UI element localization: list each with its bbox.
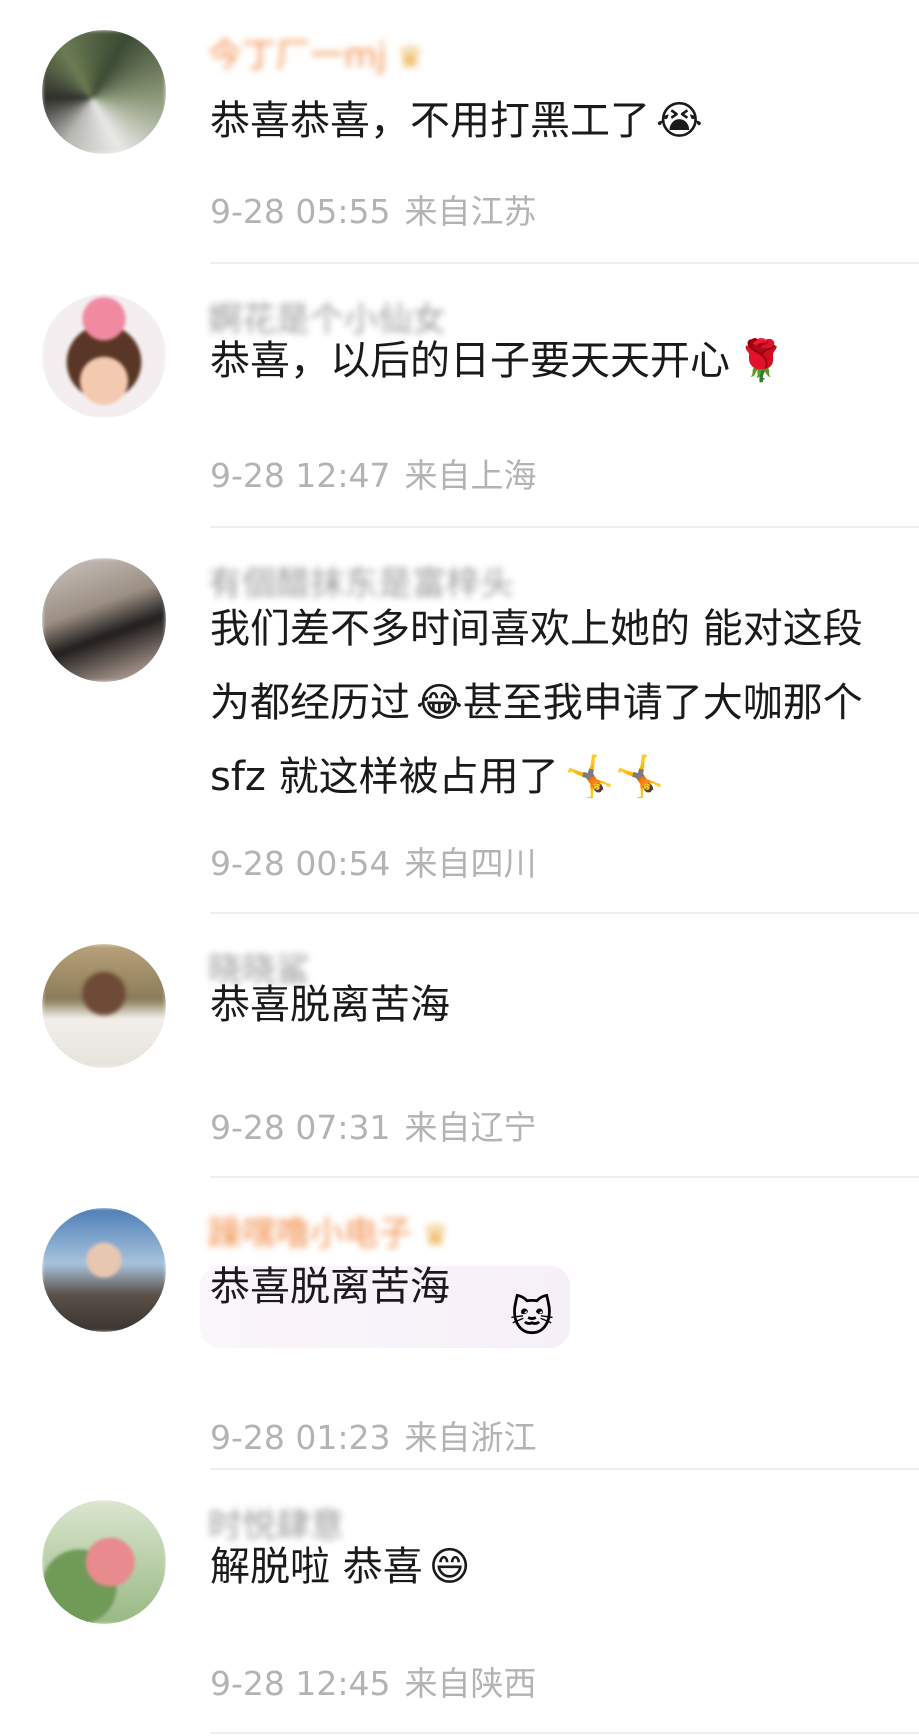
divider [210,1732,919,1734]
comment-time: 9-28 12:47 [210,456,391,495]
rose-emoji-icon: 🌹 [736,338,786,384]
cat-sticker-icon: 🐱 [510,1292,554,1341]
divider [210,262,919,264]
divider [210,1176,919,1178]
laughing-emoji-icon: 😂 [416,680,463,726]
comment-time: 9-28 05:55 [210,192,391,231]
comment-location: 来自辽宁 [404,1108,537,1147]
comment-text-line: 我们差不多时间喜欢上她的 能对这段 [210,606,863,652]
comment-location: 来自江苏 [404,192,537,231]
comment-text: 恭喜恭喜，不用打黑工了 😭 [210,98,703,144]
comment-meta: 9-28 12:45 来自陕西 [210,1664,537,1704]
comment-location: 来自四川 [404,844,537,883]
comment-text: 恭喜，以后的日子要天天开心 🌹 [210,338,786,384]
comment-time: 9-28 07:31 [210,1108,391,1147]
crown-icon: ♛ [396,40,424,75]
comment-text: 解脱啦 恭喜 😄 [210,1544,471,1590]
comment-meta: 9-28 07:31 来自辽宁 [210,1108,537,1148]
comment-meta: 9-28 00:54 来自四川 [210,844,537,884]
avatar[interactable] [42,1208,166,1332]
avatar[interactable] [42,1500,166,1624]
comment-time: 9-28 01:23 [210,1418,391,1457]
comment-meta: 9-28 05:55 来自江苏 [210,192,537,232]
avatar[interactable] [42,30,166,154]
comment-location: 来自浙江 [404,1418,537,1457]
divider [210,912,919,914]
sliding-emoji-icon: 🤸🤸 [564,754,665,800]
comment-meta: 9-28 12:47 来自上海 [210,456,537,496]
divider [210,1468,919,1470]
comment-text-line: 为都经历过 😂甚至我申请了大咖那个 [210,680,863,726]
avatar[interactable] [42,944,166,1068]
comment-text: 恭喜脱离苦海 [210,982,450,1028]
comment-text-line: sfz 就这样被占用了 🤸🤸 [210,754,665,800]
comment-time: 9-28 00:54 [210,844,391,883]
username[interactable]: 躁嘿噜小电子 ♛ [208,1214,449,1254]
divider [210,526,919,528]
avatar[interactable] [42,294,166,418]
comment-list: 今丁厂一mj ♛ 恭喜恭喜，不用打黑工了 😭 9-28 05:55 来自江苏 婀花是个… [0,0,919,1736]
comment-time: 9-28 12:45 [210,1664,391,1703]
comment-meta: 9-28 01:23 来自浙江 [210,1418,537,1458]
comment-text: 恭喜脱离苦海 [210,1264,450,1310]
comment-location: 来自陕西 [404,1664,537,1703]
username[interactable]: 今丁厂一mj ♛ [208,36,423,76]
crying-emoji-icon: 😭 [656,98,703,144]
grinning-emoji-icon: 😄 [428,1544,471,1590]
comment-location: 来自上海 [404,456,537,495]
avatar[interactable] [42,558,166,682]
